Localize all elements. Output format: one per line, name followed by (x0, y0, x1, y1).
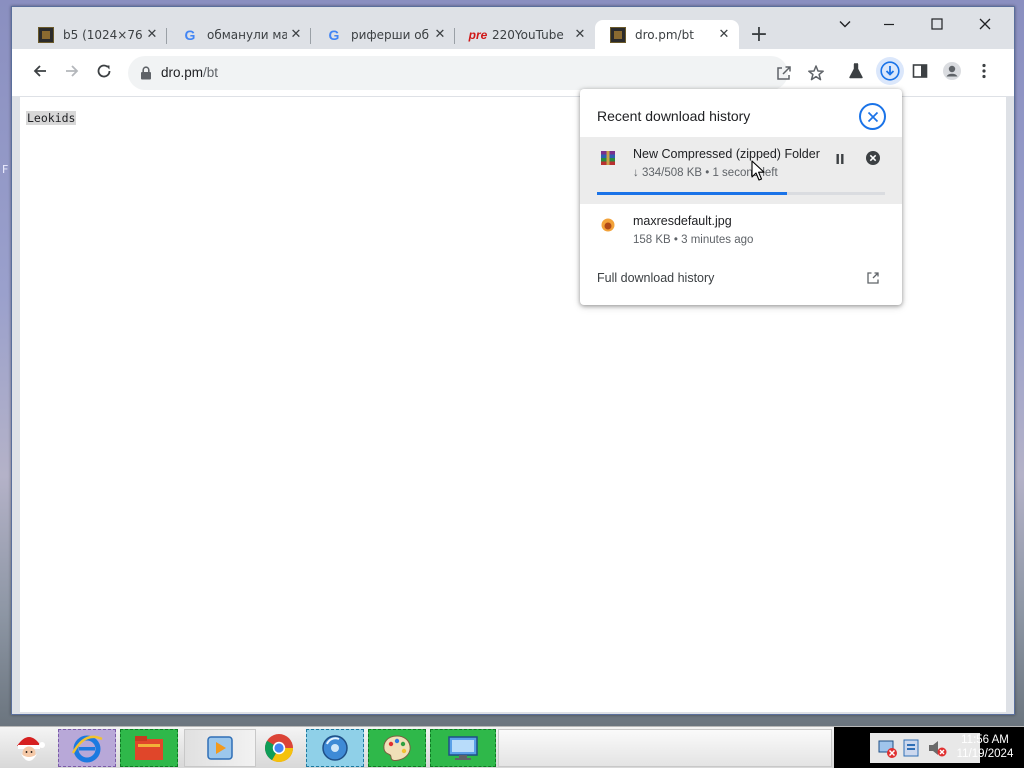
share-icon (777, 66, 791, 80)
download-bubble: Recent download history New Compressed (… (580, 89, 902, 305)
labs-button[interactable] (844, 59, 868, 83)
start-button[interactable] (4, 729, 54, 767)
taskbar-media-player[interactable] (184, 729, 256, 767)
tab-5-title: dro.pm/bt (635, 27, 694, 42)
paint-palette-icon (383, 735, 411, 762)
tab-3-title: риферши об (351, 27, 430, 42)
page-text: Leokids (26, 111, 77, 125)
maximize-button[interactable] (927, 17, 947, 35)
pause-icon (836, 154, 844, 164)
mouse-cursor-icon (751, 160, 765, 181)
tab-3[interactable]: G риферши об ✕ (311, 20, 455, 49)
side-panel-button[interactable] (908, 59, 932, 83)
lock-icon (141, 66, 151, 80)
back-arrow-icon (33, 65, 46, 77)
tab-5-close-icon[interactable]: ✕ (717, 28, 731, 42)
tab-4-title: 220YouTube (492, 27, 564, 42)
close-bubble-button[interactable] (859, 103, 886, 130)
disc-icon (322, 735, 348, 761)
share-button[interactable] (772, 61, 796, 85)
cancel-download-button[interactable] (863, 148, 883, 168)
tab-1-favicon (38, 26, 54, 43)
url-path: /bt (203, 65, 219, 80)
download-item[interactable]: New Compressed (zipped) Folder ↓ 334/508… (580, 137, 902, 204)
image-file-icon (601, 218, 615, 232)
avatar-icon (943, 62, 961, 80)
new-tab-button[interactable]: + (748, 24, 770, 47)
tab-strip: b5 (1024×768) ✕ G обманули ма ✕ G риферш… (12, 7, 1014, 49)
minimize-button[interactable] (879, 17, 899, 35)
tab-4[interactable]: pre 220YouTube ✕ (455, 20, 595, 49)
download-icon (880, 61, 900, 81)
santa-icon (17, 737, 45, 761)
dark-image-icon (610, 26, 626, 43)
tab-2[interactable]: G обманули ма ✕ (167, 20, 311, 49)
taskbar-paint[interactable] (368, 729, 426, 767)
media-player-icon (207, 736, 233, 760)
download-item[interactable]: maxresdefault.jpg 158 KB • 3 minutes ago (580, 204, 902, 258)
downloads-button[interactable] (876, 57, 904, 85)
download-bubble-title: Recent download history (597, 108, 751, 124)
full-download-history-link[interactable]: Full download history (597, 271, 714, 285)
cancel-circle-icon (866, 151, 880, 165)
taskbar-file-manager[interactable] (120, 729, 178, 767)
download-filename: maxresdefault.jpg (633, 214, 732, 228)
side-panel-icon (912, 64, 928, 78)
taskbar: 11:56 AM 11/19/2024 (0, 726, 1024, 768)
close-icon (867, 111, 878, 122)
chrome-icon (265, 734, 293, 762)
clock-date: 11/19/2024 (956, 748, 1014, 760)
internet-explorer-icon (71, 735, 103, 763)
taskbar-chrome[interactable] (256, 729, 302, 767)
taskbar-network-app[interactable] (430, 729, 496, 767)
winrar-archive-icon (601, 151, 615, 165)
pause-button[interactable] (830, 149, 850, 169)
address-bar[interactable]: dro.pm/bt (128, 56, 824, 90)
external-link-icon[interactable] (865, 270, 881, 286)
volume-muted-icon[interactable] (926, 737, 948, 759)
pre-icon: pre (468, 27, 488, 42)
taskbar-disk-app[interactable] (306, 729, 364, 767)
tab-5-active[interactable]: dro.pm/bt ✕ (595, 20, 739, 49)
google-icon: G (184, 26, 196, 43)
monitor-icon (448, 736, 478, 760)
kebab-menu-icon (982, 63, 986, 79)
download-status: 158 KB • 3 minutes ago (633, 234, 754, 246)
clock[interactable]: 11:56 AM 11/19/2024 (946, 733, 1024, 761)
system-tray: 11:56 AM 11/19/2024 (834, 727, 1024, 768)
clock-time: 11:56 AM (961, 734, 1009, 746)
forward-arrow-icon (66, 65, 79, 77)
download-progress-bar (597, 192, 885, 195)
download-filename: New Compressed (zipped) Folder (633, 147, 820, 161)
menu-button[interactable] (972, 59, 996, 83)
folder-icon (135, 736, 163, 760)
dark-image-icon (38, 26, 54, 43)
tab-1-title: b5 (1024×768) (63, 27, 143, 42)
tab-2-close-icon[interactable]: ✕ (289, 28, 303, 42)
profile-button[interactable] (940, 59, 964, 83)
tab-2-title: обманули ма (207, 27, 287, 42)
close-window-button[interactable] (975, 17, 995, 35)
url-host: dro.pm (161, 65, 204, 80)
tab-1[interactable]: b5 (1024×768) ✕ (23, 20, 167, 49)
star-icon (808, 65, 824, 81)
download-progress-fill (597, 192, 788, 195)
tab-search-chevron-icon[interactable] (835, 17, 855, 35)
tab-5-favicon (610, 26, 626, 43)
back-button[interactable] (28, 59, 52, 83)
reload-icon (97, 64, 111, 78)
flask-icon (849, 63, 863, 79)
google-icon: G (328, 26, 340, 43)
reload-button[interactable] (92, 59, 116, 83)
flag-icon[interactable] (900, 737, 922, 759)
tab-1-close-icon[interactable]: ✕ (145, 28, 159, 42)
taskbar-empty-slot[interactable] (498, 729, 832, 767)
url-text[interactable]: dro.pm/bt (161, 65, 218, 80)
forward-button[interactable] (60, 59, 84, 83)
taskbar-internet-explorer[interactable] (58, 729, 116, 767)
network-warning-icon[interactable] (876, 737, 898, 759)
bookmark-button[interactable] (804, 61, 828, 85)
tab-4-close-icon[interactable]: ✕ (573, 28, 587, 42)
tab-3-close-icon[interactable]: ✕ (433, 28, 447, 42)
